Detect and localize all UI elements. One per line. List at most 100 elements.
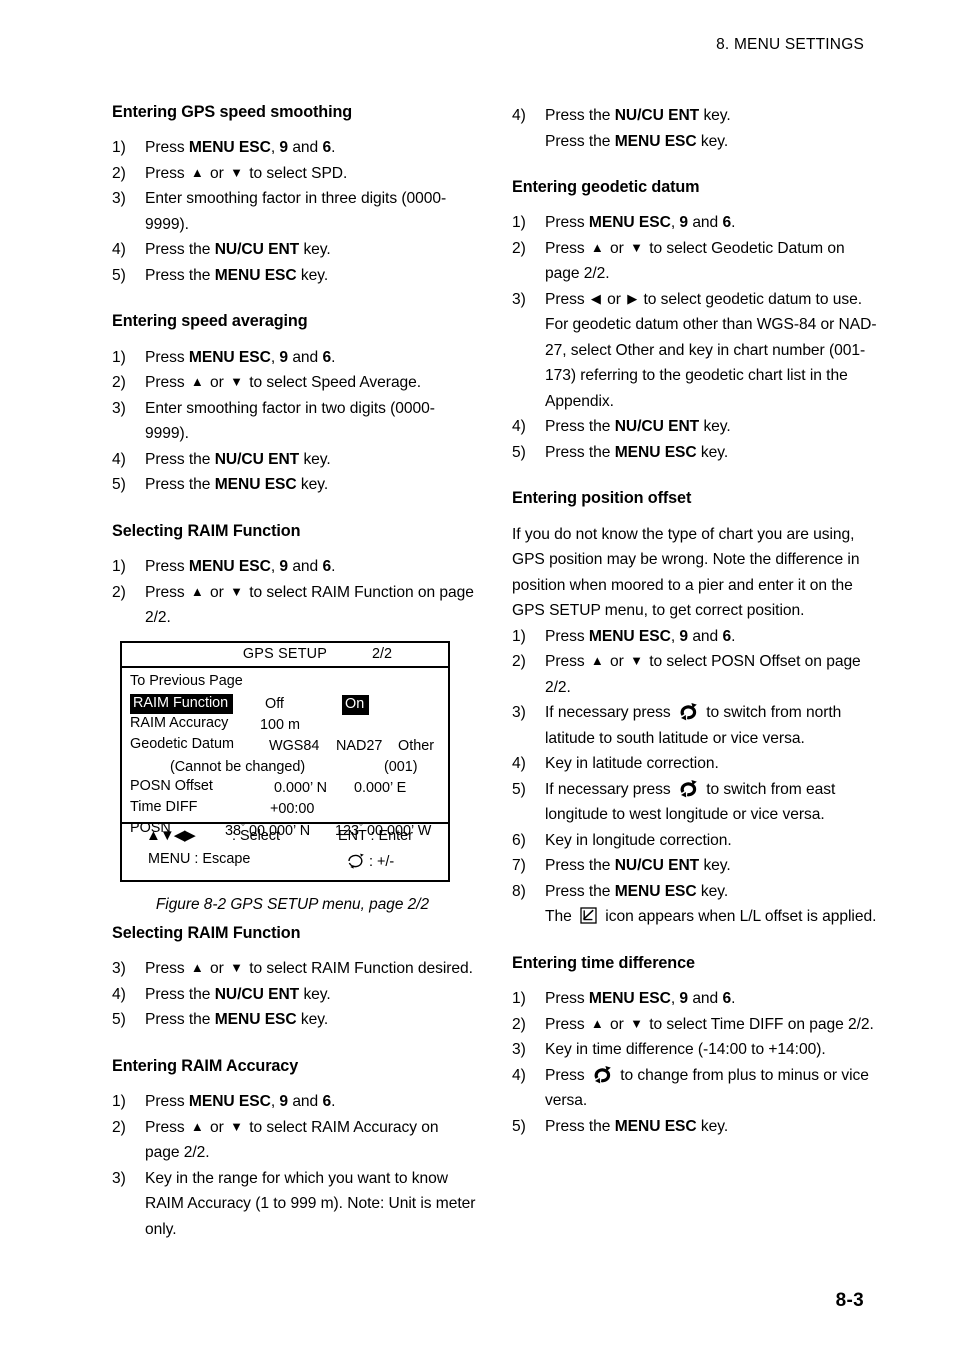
step-number: 3) — [112, 960, 126, 978]
key-name: NU/CU ENT — [214, 241, 300, 259]
section-intro-paragraph: If you do not know the type of chart you… — [512, 525, 860, 620]
step-item: 4) Key in latitude correction. — [512, 751, 877, 777]
key-name: MENU ESC — [214, 266, 297, 284]
up-triangle-icon: ▲ — [590, 653, 604, 669]
key-name: MENU ESC — [614, 132, 697, 150]
menu-row-posn-offset[interactable]: POSN Offset 0.000’ N 0.000’ E — [122, 778, 448, 799]
geodetic-datum-option-other[interactable]: Other — [398, 738, 434, 755]
step-text: If necessary press to switch from north … — [545, 702, 842, 747]
step-item: 1) Press MENU ESC, 9 and 6. — [112, 135, 477, 161]
step-number: 5) — [512, 443, 526, 461]
step-text: Press MENU ESC, 9 and 6. — [145, 558, 336, 576]
step-list: 1) Press MENU ESC, 9 and 6. 2) Press ▲ or ▼… — [112, 135, 477, 288]
step-item: 7) Press the NU/CU ENT key. — [512, 853, 877, 879]
key-name: 9 — [279, 1093, 289, 1111]
raim-function-option-on[interactable]: On — [342, 694, 370, 715]
cycle-icon — [678, 702, 699, 721]
key-name: 9 — [679, 214, 689, 232]
menu-row-geodetic-datum[interactable]: Geodetic Datum WGS84 NAD27 Other — [122, 736, 448, 757]
step-item: 2) Press ▲ or ▼ to select RAIM Accuracy o… — [112, 1115, 477, 1166]
posn-offset-latitude-value[interactable]: 0.000’ N — [274, 780, 327, 797]
key-name: 6 — [722, 627, 732, 645]
raim-function-label: RAIM Function — [130, 693, 234, 714]
section-heading: Entering geodetic datum — [512, 178, 700, 196]
menu-row-raim-accuracy[interactable]: RAIM Accuracy 100 m — [122, 715, 448, 736]
step-text: Key in longitude correction. — [545, 831, 732, 849]
step-item: 1) Press MENU ESC, 9 and 6. — [112, 554, 477, 580]
up-triangle-icon: ▲ — [190, 583, 204, 599]
step-number: 3) — [512, 290, 526, 308]
step-continuation: Press the MENU ESC key. — [545, 132, 729, 150]
geodetic-datum-label: Geodetic Datum — [130, 735, 234, 752]
step-number: 3) — [112, 1169, 126, 1187]
step-text: Press ▲ or ▼ to select SPD. — [145, 164, 348, 182]
geodetic-other-chart-number: (001) — [384, 758, 418, 775]
down-triangle-icon: ▼ — [630, 239, 643, 255]
step-number: 1) — [112, 558, 126, 576]
step-item: 2) Press ▲ or ▼ to select RAIM Function o… — [112, 580, 477, 631]
key-name: MENU ESC — [214, 1011, 297, 1029]
posn-offset-label: POSN Offset — [130, 777, 213, 794]
key-name: 9 — [679, 627, 689, 645]
step-item: 2) Press ▲ or ▼ to select Speed Average. — [112, 370, 477, 396]
step-item: 2) Press ▲ or ▼ to select SPD. — [112, 161, 477, 187]
key-name: NU/CU ENT — [614, 857, 700, 875]
step-item: 8) Press the MENU ESC key. The icon appear… — [512, 879, 877, 930]
step-continuation: The icon appears when L/L offset is appl… — [545, 907, 877, 926]
escape-key-label: MENU : Escape — [148, 850, 251, 867]
step-text: Press the MENU ESC key. — [545, 882, 729, 900]
step-text: Press ◀ or ▶ to select geodetic datum to… — [545, 290, 877, 410]
key-name: NU/CU ENT — [214, 985, 300, 1003]
step-text: If necessary press to switch from east l… — [545, 779, 836, 824]
key-name: MENU ESC — [188, 348, 271, 366]
step-number: 2) — [112, 374, 126, 392]
step-list: 1) Press MENU ESC, 9 and 6. 2) Press ▲ or ▼… — [512, 986, 877, 1139]
raim-function-option-off[interactable]: Off — [265, 696, 284, 713]
step-number: 2) — [112, 583, 126, 601]
step-text: Key in time difference (-14:00 to +14:00… — [545, 1041, 826, 1059]
gps-screen-titlebar: GPS SETUP 2/2 — [122, 643, 448, 668]
gps-screen-page-indicator: 2/2 — [371, 645, 392, 662]
key-name: 6 — [322, 558, 332, 576]
step-item: 2) Press ▲ or ▼ to select Geodetic Datum … — [512, 236, 877, 287]
time-diff-value[interactable]: +00:00 — [270, 801, 314, 818]
step-text: Press MENU ESC, 9 and 6. — [545, 214, 736, 232]
down-triangle-icon: ▼ — [230, 583, 243, 599]
step-text: Press MENU ESC, 9 and 6. — [545, 627, 736, 645]
cycle-outline-icon — [345, 851, 366, 870]
step-number: 4) — [112, 450, 126, 468]
key-name: 9 — [279, 558, 289, 576]
step-text: Key in latitude correction. — [545, 755, 719, 773]
gps-screen-title: GPS SETUP — [242, 645, 328, 662]
running-head: 8. MENU SETTINGS — [716, 36, 864, 53]
menu-row-raim-function[interactable]: RAIM Function Off On — [122, 693, 448, 715]
menu-row-to-previous-page[interactable]: To Previous Page — [122, 673, 448, 694]
step-number: 5) — [112, 476, 126, 494]
step-item: 4) Press the NU/CU ENT key. — [112, 982, 477, 1008]
step-item: 3) Enter smoothing factor in three digits… — [112, 186, 477, 237]
step-text: Press MENU ESC, 9 and 6. — [145, 139, 336, 157]
key-name: NU/CU ENT — [614, 418, 700, 436]
section-selecting-raim-function: Selecting RAIM Function 3) Press ▲ or ▼ to… — [112, 924, 477, 1033]
step-number: 1) — [512, 990, 526, 1008]
step-number: 5) — [112, 266, 126, 284]
cycle-icon — [592, 1065, 613, 1084]
menu-row-time-diff[interactable]: Time DIFF +00:00 — [122, 799, 448, 820]
step-text: Press the MENU ESC key. — [545, 443, 729, 461]
step-number: 4) — [512, 418, 526, 436]
section-heading: Entering speed averaging — [112, 312, 308, 331]
page-number: 8-3 — [835, 1290, 864, 1311]
key-name: MENU ESC — [188, 1093, 271, 1111]
step-text: Press the NU/CU ENT key. — [545, 107, 731, 124]
step-item: 1) Press MENU ESC, 9 and 6. — [512, 624, 877, 650]
cannot-be-changed-note: (Cannot be changed) — [170, 758, 306, 775]
step-item: 1) Press MENU ESC, 9 and 6. — [112, 1089, 477, 1115]
step-number: 3) — [512, 1041, 526, 1059]
menu-row-geodetic-datum-note: (Cannot be changed) (001) — [122, 757, 448, 778]
step-list: 1) Press MENU ESC, 9 and 6. 2) Press ▲ or ▼… — [512, 624, 877, 930]
raim-accuracy-value[interactable]: 100 m — [260, 717, 300, 734]
geodetic-datum-option-wgs84[interactable]: WGS84 — [269, 738, 319, 755]
step-number: 1) — [112, 139, 126, 157]
geodetic-datum-option-nad27[interactable]: NAD27 — [336, 738, 382, 755]
posn-offset-longitude-value[interactable]: 0.000’ E — [354, 780, 406, 797]
